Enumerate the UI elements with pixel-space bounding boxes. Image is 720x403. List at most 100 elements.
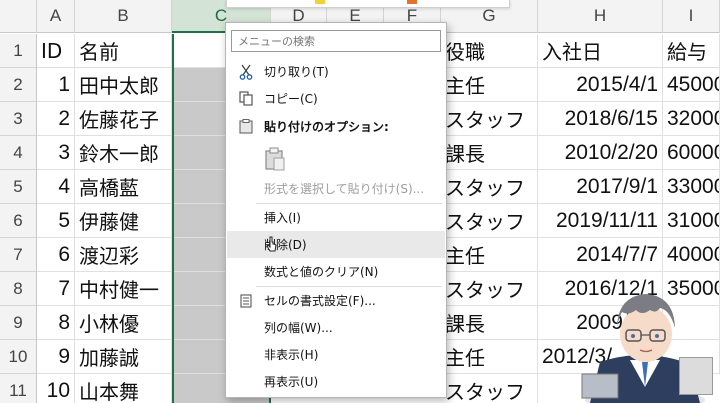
cell-id[interactable]: 1 <box>37 68 75 102</box>
menu-item-label: セルの書式設定(F)... <box>264 294 376 308</box>
select-all-corner[interactable] <box>0 0 37 33</box>
cell-role[interactable]: スタッフ <box>441 204 538 238</box>
cell-role[interactable]: スタッフ <box>441 170 538 204</box>
menu-item-label: 挿入(I) <box>264 211 301 225</box>
cell-role[interactable]: 主任 <box>441 68 538 102</box>
cell-id[interactable]: 2 <box>37 102 75 136</box>
row-header-2[interactable]: 2 <box>0 68 37 102</box>
column-header-b[interactable]: B <box>75 0 172 33</box>
menu-search-input[interactable] <box>231 30 441 52</box>
menu-item-column-width[interactable]: 列の幅(W)... <box>227 314 445 341</box>
cell-a1[interactable]: ID <box>37 34 75 68</box>
cell-pay[interactable]: 45000 <box>663 68 720 102</box>
cell-role[interactable]: 課長 <box>441 306 538 340</box>
row-header-7[interactable]: 7 <box>0 238 37 272</box>
cell-date[interactable]: 2019/11/11 <box>538 204 663 238</box>
cell-role[interactable]: 主任 <box>441 238 538 272</box>
cell-i1[interactable]: 給与 <box>663 34 720 68</box>
cell-role[interactable]: 主任 <box>441 340 538 374</box>
cell-id[interactable]: 5 <box>37 204 75 238</box>
cell-id[interactable]: 4 <box>37 170 75 204</box>
row-header-9[interactable]: 9 <box>0 306 37 340</box>
row-header-5[interactable]: 5 <box>0 170 37 204</box>
cell-name[interactable]: 渡辺彩 <box>75 238 172 272</box>
row-header-3[interactable]: 3 <box>0 102 37 136</box>
cell-date[interactable]: 2012/3/ <box>538 340 663 374</box>
context-menu: 切り取り(T) コピー(C) 貼り付けのオプション: 形式を選択して貼り付け(S… <box>225 22 447 398</box>
cell-id[interactable]: 7 <box>37 272 75 306</box>
column-header-a[interactable]: A <box>37 0 75 33</box>
menu-item-label: 貼り付けのオプション: <box>264 120 389 134</box>
format-cells-icon <box>237 292 255 310</box>
cell-date[interactable]: 2017/9/1 <box>538 170 663 204</box>
cell-name[interactable]: 加藤誠 <box>75 340 172 374</box>
cell-pay[interactable]: 32000 <box>663 102 720 136</box>
cell-name[interactable]: 田中太郎 <box>75 68 172 102</box>
cell-pay[interactable]: 31000 <box>663 204 720 238</box>
menu-item-label: 切り取り(T) <box>264 65 329 79</box>
menu-item-paste-special: 形式を選択して貼り付け(S)... <box>227 175 445 202</box>
cell-b1[interactable]: 名前 <box>75 34 172 68</box>
cell-id[interactable]: 9 <box>37 340 75 374</box>
menu-item-label: 形式を選択して貼り付け(S)... <box>264 182 425 196</box>
row-header-4[interactable]: 4 <box>0 136 37 170</box>
cell-name[interactable]: 中村健一 <box>75 272 172 306</box>
cell-role[interactable]: スタッフ <box>441 374 538 403</box>
row-header-10[interactable]: 10 <box>0 340 37 374</box>
menu-item-cut[interactable]: 切り取り(T) <box>227 58 445 85</box>
menu-item-label: 数式と値のクリア(N) <box>264 265 379 279</box>
menu-item-unhide[interactable]: 再表示(U) <box>227 368 445 395</box>
cell-name[interactable]: 佐藤花子 <box>75 102 172 136</box>
mouse-cursor-icon <box>266 236 277 252</box>
cell-id[interactable]: 8 <box>37 306 75 340</box>
cell-date[interactable]: 2015/4/1 <box>538 68 663 102</box>
cell-role[interactable]: 課長 <box>441 136 538 170</box>
menu-item-label: 再表示(U) <box>264 375 319 389</box>
row-header-11[interactable]: 11 <box>0 374 37 403</box>
cell-pay[interactable]: 60000 <box>663 136 720 170</box>
mini-avatar-thumbnail <box>679 357 713 395</box>
cell-h1[interactable]: 入社日 <box>538 34 663 68</box>
menu-item-format-cells[interactable]: セルの書式設定(F)... <box>227 287 445 314</box>
ribbon-popup-fragment <box>226 0 510 8</box>
cell-name[interactable]: 伊藤健 <box>75 204 172 238</box>
row-header-6[interactable]: 6 <box>0 204 37 238</box>
color-swatch-icon <box>407 0 417 4</box>
menu-item-insert[interactable]: 挿入(I) <box>227 204 445 231</box>
cell-pay[interactable]: 35000 <box>663 272 720 306</box>
cell-date[interactable]: 2016/12/1 <box>538 272 663 306</box>
menu-item-label: コピー(C) <box>264 92 318 106</box>
cell-date[interactable]: 2018/6/15 <box>538 102 663 136</box>
cell-role[interactable]: スタッフ <box>441 272 538 306</box>
menu-item-label: 列の幅(W)... <box>264 321 333 335</box>
cell-pay[interactable]: 33000 <box>663 170 720 204</box>
menu-item-copy[interactable]: コピー(C) <box>227 85 445 112</box>
cell-name[interactable]: 小林優 <box>75 306 172 340</box>
cell-pay[interactable] <box>663 306 720 340</box>
menu-item-hide[interactable]: 非表示(H) <box>227 341 445 368</box>
cell-id[interactable]: 10 <box>37 374 75 403</box>
color-swatch-icon <box>315 0 325 4</box>
cell-role[interactable]: スタッフ <box>441 102 538 136</box>
cell-id[interactable]: 6 <box>37 238 75 272</box>
cell-date[interactable]: 2014/7/7 <box>538 238 663 272</box>
paste-icon <box>263 147 287 171</box>
cell-pay[interactable]: 40000 <box>663 238 720 272</box>
cell-name[interactable]: 山本舞 <box>75 374 172 403</box>
cell-name[interactable]: 高橋藍 <box>75 170 172 204</box>
cell-date[interactable]: 2009/5/2 <box>538 306 663 340</box>
cell-id[interactable]: 3 <box>37 136 75 170</box>
cell-name[interactable]: 鈴木一郎 <box>75 136 172 170</box>
row-header-1[interactable]: 1 <box>0 34 37 68</box>
menu-item-delete[interactable]: 削除(D) <box>227 231 445 258</box>
column-header-h[interactable]: H <box>538 0 663 33</box>
paste-option-button[interactable] <box>227 142 445 176</box>
row-header-8[interactable]: 8 <box>0 272 37 306</box>
scissors-icon <box>237 63 255 81</box>
cell-date[interactable]: 2010/2/20 <box>538 136 663 170</box>
menu-item-clear-contents[interactable]: 数式と値のクリア(N) <box>227 258 445 285</box>
column-header-i[interactable]: I <box>663 0 720 33</box>
paste-icon <box>237 118 255 136</box>
cell-g1[interactable]: 役職 <box>441 34 538 68</box>
menu-item-paste-options: 貼り付けのオプション: <box>227 113 445 140</box>
